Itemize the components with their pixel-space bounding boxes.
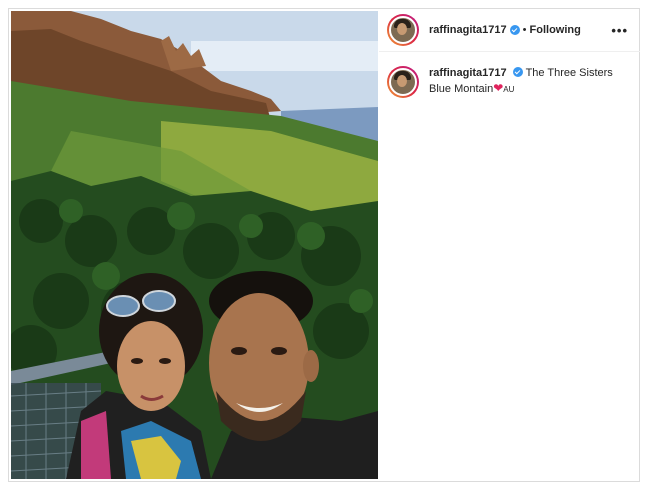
following-button[interactable]: Following	[530, 24, 581, 36]
post-photo-image	[11, 11, 378, 479]
country-code: AU	[503, 85, 515, 94]
caption-username-link[interactable]: raffinagita1717	[429, 67, 507, 79]
post-caption: raffinagita1717 The Three Sisters Blue M…	[379, 52, 640, 98]
caption-text: raffinagita1717 The Three Sisters Blue M…	[429, 66, 629, 98]
post-sidebar: raffinagita1717 • Following ••• raffinag…	[379, 9, 640, 481]
caption-avatar-image	[389, 68, 417, 96]
avatar-face	[397, 23, 407, 35]
post-header: raffinagita1717 • Following •••	[379, 9, 640, 52]
caption-avatar-face	[397, 75, 407, 87]
caption-avatar[interactable]	[387, 66, 419, 98]
header-separator: •	[522, 24, 527, 36]
post-photo[interactable]	[11, 11, 378, 479]
more-options-icon[interactable]: •••	[611, 23, 628, 38]
profile-avatar[interactable]	[387, 14, 419, 46]
username-link[interactable]: raffinagita1717	[429, 24, 507, 36]
post-container: raffinagita1717 • Following ••• raffinag…	[8, 8, 640, 482]
heart-emoji-icon: ❤	[493, 81, 504, 95]
avatar-image	[389, 16, 417, 44]
verified-badge-icon	[509, 25, 520, 35]
caption-verified-badge-icon	[512, 67, 523, 77]
